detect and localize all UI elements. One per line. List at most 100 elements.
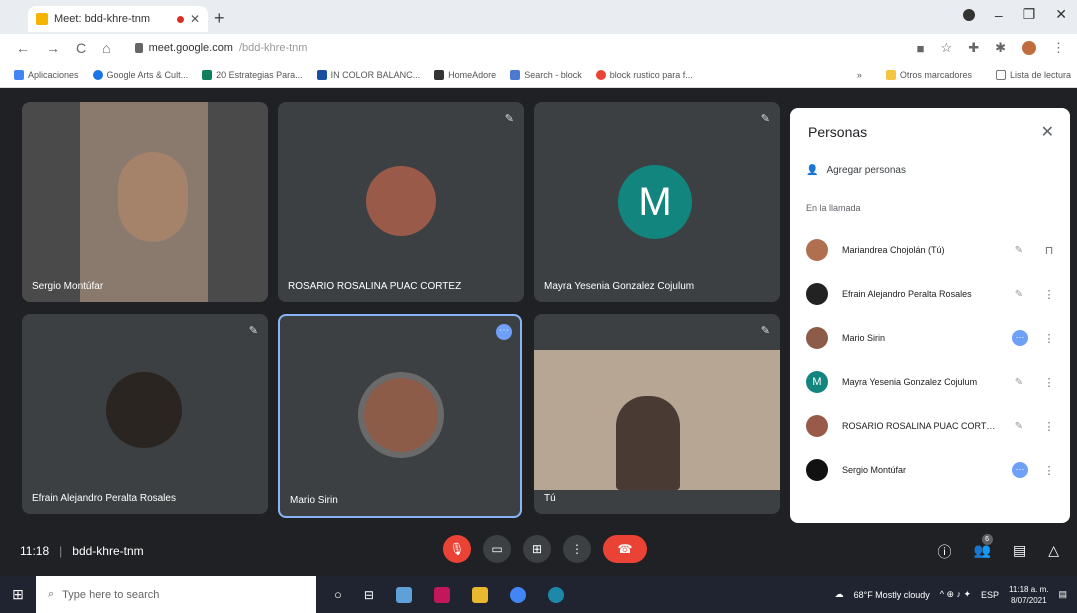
video-tile-self[interactable]: ✎ Tú	[534, 314, 780, 514]
mic-off-icon: ✎	[504, 113, 514, 125]
list-item[interactable]: Mario Sirin ⋯ ⋮	[806, 316, 1056, 360]
minimize-icon[interactable]: –	[995, 7, 1003, 23]
bookmark-google-arts[interactable]: Google Arts & Cult...	[92, 69, 188, 80]
browser-tab-meet[interactable]: Meet: bdd-khre-tnm ✕	[28, 6, 208, 32]
participant-video	[118, 152, 188, 242]
close-tab-icon[interactable]: ✕	[190, 12, 200, 26]
more-options-button[interactable]: ⋮	[563, 535, 591, 563]
tray-icons[interactable]: ^ ⊕ ♪ ✦	[940, 589, 971, 600]
notifications-icon[interactable]: ▤	[1058, 589, 1067, 600]
more-vert-icon[interactable]: ⋮	[1042, 376, 1056, 389]
search-icon: ⌕	[48, 588, 55, 600]
puzzle-icon[interactable]: ✱	[995, 40, 1006, 56]
info-icon[interactable]: ⓘ	[938, 542, 952, 562]
people-button[interactable]: 👥 6	[974, 534, 993, 562]
more-vert-icon[interactable]: ⋮	[1042, 464, 1056, 477]
avatar	[366, 166, 436, 236]
more-options-icon[interactable]: ⋯	[496, 324, 512, 340]
file-explorer-icon[interactable]	[471, 586, 488, 603]
tile-name: Mayra Yesenia Gonzalez Cojulum	[544, 281, 695, 292]
address-bar-row: ← → C ⌂ meet.google.com/bdd-khre-tnm ■ ☆…	[0, 34, 1077, 62]
task-view-icon[interactable]: ⊟	[364, 588, 374, 602]
weather-text[interactable]: 68°F Mostly cloudy	[854, 590, 930, 600]
camera-icon[interactable]: ■	[917, 41, 925, 56]
list-item[interactable]: Mariandrea Chojolán (Tú) ✎ ⊓	[806, 228, 1056, 272]
new-tab-button[interactable]: +	[214, 8, 225, 29]
camera-toggle-button[interactable]: ▭	[483, 535, 511, 563]
bookmark-search-block[interactable]: Search - block	[510, 69, 582, 80]
close-window-icon[interactable]: ✕	[1055, 6, 1067, 23]
speaking-icon: ⋯	[1012, 462, 1028, 478]
other-bookmarks[interactable]: Otros marcadores	[885, 69, 972, 80]
app-icon[interactable]	[433, 586, 450, 603]
mic-toggle-button[interactable]: 🎙	[443, 535, 471, 563]
tile-name: Tú	[544, 493, 556, 504]
video-tile[interactable]: ✎ ROSARIO ROSALINA PUAC CORTEZ	[278, 102, 524, 302]
google-icon	[595, 69, 606, 80]
bookmark-in-color[interactable]: IN COLOR BALANC...	[316, 69, 420, 80]
url-field[interactable]: meet.google.com/bdd-khre-tnm	[134, 42, 307, 54]
meeting-controls-bar: 11:18 | bdd-khre-tnm 🎙 ▭ ⊞ ⋮ ☎ ⓘ 👥 6 ▤ △	[0, 524, 1077, 576]
video-tile[interactable]: Sergio Montúfar	[22, 102, 268, 302]
mic-off-icon: ✎	[1014, 244, 1024, 256]
user-avatar[interactable]	[1022, 41, 1036, 55]
tile-name: ROSARIO ROSALINA PUAC CORTEZ	[288, 281, 462, 292]
language-indicator[interactable]: ESP	[981, 590, 999, 600]
avatar	[106, 372, 182, 448]
taskbar-clock[interactable]: 11:18 a. m. 8/07/2021	[1009, 584, 1048, 606]
maximize-icon[interactable]: ❐	[1023, 6, 1036, 23]
chat-icon[interactable]: ▤	[1013, 542, 1026, 562]
bookmark-estrategias[interactable]: 20 Estrategias Para...	[202, 69, 303, 80]
list-item[interactable]: Sergio Montúfar ⋯ ⋮	[806, 448, 1056, 492]
bookmark-homeadore[interactable]: HomeAdore	[434, 69, 496, 80]
chrome-icon[interactable]	[509, 586, 526, 603]
list-item[interactable]: M Mayra Yesenia Gonzalez Cojulum ✎ ⋮	[806, 360, 1056, 404]
video-tile[interactable]: ✎ M Mayra Yesenia Gonzalez Cojulum	[534, 102, 780, 302]
present-button[interactable]: ⊞	[523, 535, 551, 563]
video-tile[interactable]: ✎ Efrain Alejandro Peralta Rosales	[22, 314, 268, 514]
app-icon[interactable]	[395, 586, 412, 603]
mic-off-icon: ✎	[1014, 420, 1024, 432]
bookmark-apps[interactable]: Aplicaciones	[14, 69, 79, 80]
tab-title: Meet: bdd-khre-tnm	[54, 13, 150, 25]
add-people-button[interactable]: 👤 Agregar personas	[806, 165, 906, 176]
video-tile-active[interactable]: ⋯ Mario Sirin	[278, 314, 522, 518]
in-call-heading: En la llamada	[806, 203, 861, 213]
mic-off-icon: ✎	[248, 325, 258, 337]
star-icon[interactable]: ☆	[941, 40, 953, 56]
reading-list[interactable]: Lista de lectura	[995, 69, 1071, 80]
leave-call-button[interactable]: ☎	[603, 535, 647, 563]
bookmark-block-rustico[interactable]: block rustico para f...	[595, 69, 693, 80]
profile-icon[interactable]	[962, 8, 975, 21]
edge-icon[interactable]	[547, 586, 564, 603]
separator: |	[59, 544, 63, 558]
folder-icon	[885, 69, 896, 80]
avatar	[364, 378, 438, 452]
list-item[interactable]: Efrain Alejandro Peralta Rosales ✎ ⋮	[806, 272, 1056, 316]
avatar: M	[618, 165, 692, 239]
more-vert-icon[interactable]: ⋮	[1042, 420, 1056, 433]
activities-icon[interactable]: △	[1048, 542, 1059, 562]
participants-count: 6	[981, 534, 993, 545]
list-item[interactable]: ROSARIO ROSALINA PUAC CORTEZ ✎ ⋮	[806, 404, 1056, 448]
cortana-icon[interactable]: ○	[334, 587, 342, 602]
weather-icon[interactable]: ☁	[835, 589, 844, 600]
more-bookmarks-icon[interactable]: »	[857, 70, 862, 80]
close-panel-icon[interactable]: ✕	[1041, 122, 1054, 142]
arts-icon	[92, 69, 103, 80]
home-icon[interactable]: ⌂	[102, 40, 110, 56]
start-icon[interactable]: ⊞	[0, 586, 36, 603]
mic-off-icon: ✎	[760, 325, 770, 337]
more-vert-icon[interactable]: ⋮	[1042, 332, 1056, 345]
forward-icon[interactable]: →	[46, 40, 60, 56]
meet-favicon-icon	[36, 13, 48, 25]
menu-icon[interactable]: ⋮	[1052, 40, 1065, 56]
back-icon[interactable]: ←	[16, 40, 30, 56]
add-person-icon: 👤	[806, 165, 819, 176]
pin-icon[interactable]: ⊓	[1042, 244, 1056, 257]
mic-off-icon: ✎	[1014, 288, 1024, 300]
extension-icon[interactable]: ✚	[968, 40, 979, 56]
more-vert-icon[interactable]: ⋮	[1042, 288, 1056, 301]
taskbar-search[interactable]: ⌕ Type here to search	[36, 576, 316, 613]
reload-icon[interactable]: C	[76, 40, 86, 56]
